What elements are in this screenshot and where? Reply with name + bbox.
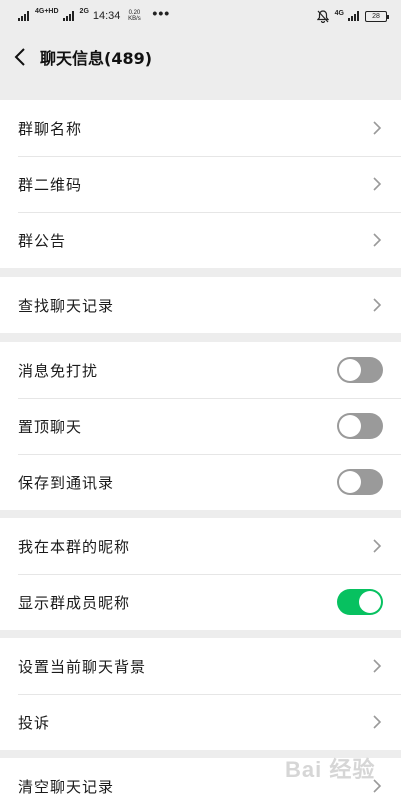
search-history-label: 查找聊天记录	[18, 296, 115, 315]
group-notice-label: 群公告	[18, 231, 67, 250]
clear-history-label: 清空聊天记录	[18, 777, 115, 796]
notification-muted-icon	[316, 9, 329, 23]
search-history-row[interactable]: 查找聊天记录	[0, 277, 401, 333]
my-nickname-label: 我在本群的昵称	[18, 537, 131, 556]
chevron-right-icon	[373, 298, 382, 312]
nickname-section: 我在本群的昵称 显示群成员昵称	[0, 518, 401, 630]
pin-toggle[interactable]	[337, 413, 383, 439]
signal-icon	[18, 11, 29, 21]
chevron-right-icon	[373, 659, 382, 673]
chevron-right-icon	[373, 177, 382, 191]
network-type-label-3: 4G	[334, 9, 344, 17]
search-section: 查找聊天记录	[0, 277, 401, 333]
save-contacts-row: 保存到通讯录	[0, 454, 401, 510]
group-qrcode-label: 群二维码	[18, 175, 83, 194]
watermark: Bai 经验	[285, 757, 376, 782]
my-nickname-row[interactable]: 我在本群的昵称	[0, 518, 401, 574]
pin-row: 置顶聊天	[0, 398, 401, 454]
show-nickname-toggle[interactable]	[337, 589, 383, 615]
save-contacts-label: 保存到通讯录	[18, 473, 115, 492]
clock: 14:34	[92, 10, 121, 22]
chevron-right-icon	[373, 715, 382, 729]
status-bar: 4G+HD 2G 14:34 0.20 KB/s ••• 4G 28	[0, 0, 401, 32]
pin-label: 置顶聊天	[18, 417, 83, 436]
chevron-right-icon	[373, 233, 382, 247]
show-nickname-label: 显示群成员昵称	[18, 593, 131, 612]
page-title: 聊天信息(489)	[40, 49, 153, 68]
background-section: 设置当前聊天背景 投诉	[0, 638, 401, 750]
net-speed: 0.20 KB/s	[128, 10, 141, 22]
chat-background-row[interactable]: 设置当前聊天背景	[0, 638, 401, 694]
back-button[interactable]	[0, 32, 40, 82]
chat-background-label: 设置当前聊天背景	[18, 657, 147, 676]
report-row[interactable]: 投诉	[0, 694, 401, 750]
network-type-label-2: 2G	[79, 7, 89, 15]
chevron-right-icon	[373, 121, 382, 135]
chevron-right-icon	[373, 539, 382, 553]
group-qrcode-row[interactable]: 群二维码	[0, 156, 401, 212]
show-nickname-row: 显示群成员昵称	[0, 574, 401, 630]
mute-label: 消息免打扰	[18, 361, 99, 380]
network-type-label: 4G+HD	[35, 7, 59, 15]
nav-bar: 聊天信息(489)	[0, 32, 401, 82]
chat-settings-section: 消息免打扰 置顶聊天 保存到通讯录	[0, 342, 401, 510]
report-label: 投诉	[18, 713, 51, 732]
signal-icon-2	[62, 11, 74, 21]
more-notifications-icon: •••	[152, 5, 171, 21]
back-arrow-icon	[14, 48, 25, 66]
group-name-label: 群聊名称	[18, 119, 83, 138]
signal-icon-3	[348, 11, 359, 21]
mute-row: 消息免打扰	[0, 342, 401, 398]
group-info-section: 群聊名称 群二维码 群公告	[0, 100, 401, 268]
group-name-row[interactable]: 群聊名称	[0, 100, 401, 156]
mute-toggle[interactable]	[337, 357, 383, 383]
battery-icon: 28	[365, 10, 389, 22]
group-notice-row[interactable]: 群公告	[0, 212, 401, 268]
save-contacts-toggle[interactable]	[337, 469, 383, 495]
